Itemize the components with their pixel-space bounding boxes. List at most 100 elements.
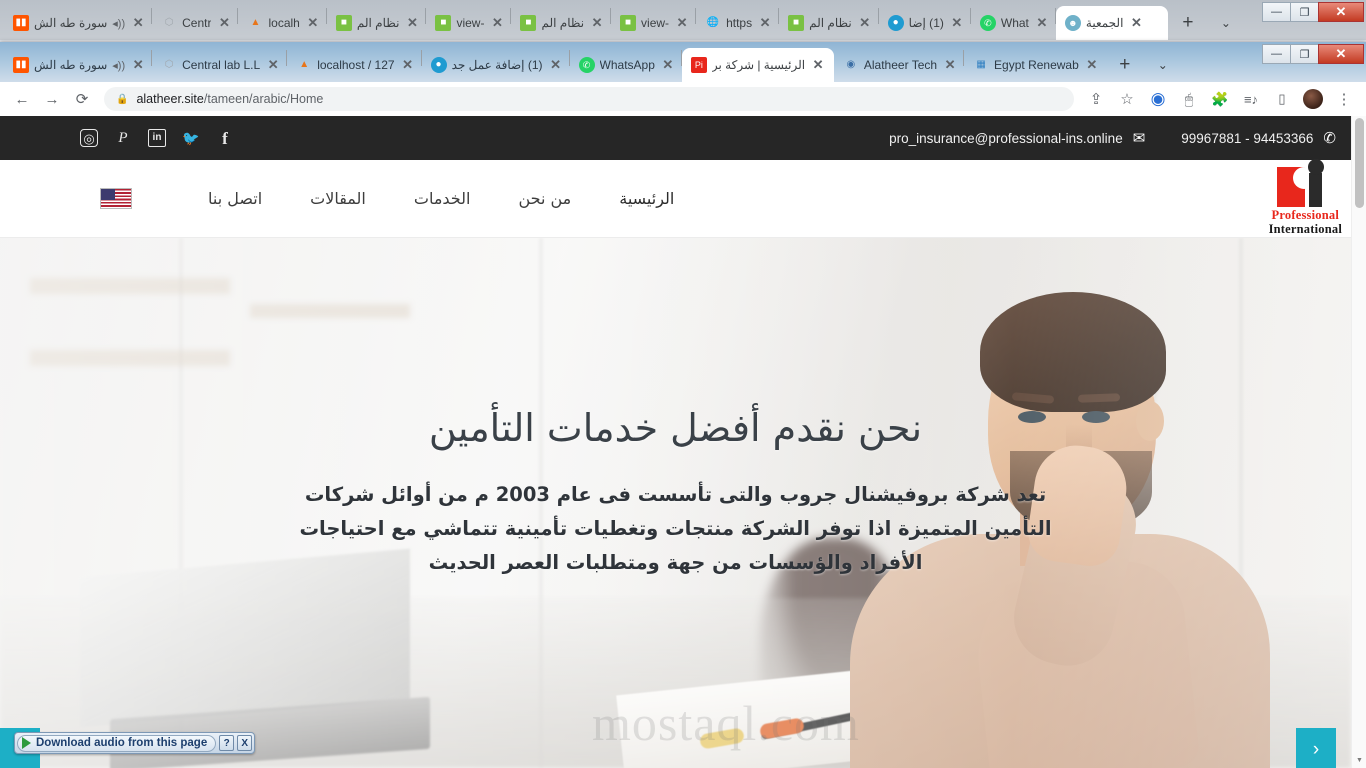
forward-icon[interactable]: → xyxy=(38,85,66,113)
back-icon[interactable]: ← xyxy=(8,85,36,113)
tab-close-button[interactable]: ✕ xyxy=(130,57,146,73)
tab-nezam-3[interactable]: ■ نظام الم ✕ xyxy=(779,6,878,40)
url-path: /tameen/arabic/Home xyxy=(203,92,324,106)
close-button[interactable]: ✕ xyxy=(1318,2,1364,22)
tab-close-button[interactable]: ✕ xyxy=(1084,57,1100,73)
download-bar-close-button[interactable]: X xyxy=(237,735,253,751)
reading-list-music-icon[interactable]: ≡♪ xyxy=(1237,85,1265,113)
tab-new-job[interactable]: ● (1) إضافة عمل جد ✕ xyxy=(422,48,569,82)
tab-nezam-2[interactable]: ■ نظام الم ✕ xyxy=(511,6,610,40)
tab-close-button[interactable]: ✕ xyxy=(216,15,232,31)
tab-alatheer-home[interactable]: Pi الرئيسية | شركة بر ✕ xyxy=(681,48,834,82)
hero-title: نحن نقدم أفضل خدمات التأمين xyxy=(428,406,923,450)
nav-item-about[interactable]: من نحن xyxy=(494,189,595,208)
tab-close-button[interactable]: ✕ xyxy=(1034,15,1050,31)
tab-close-button[interactable]: ✕ xyxy=(660,57,676,73)
tab-soundcloud[interactable]: ▮▮ سورة طه الش ◂)) ✕ xyxy=(4,6,151,40)
whatsapp-icon: ✆ xyxy=(578,57,595,73)
tab-close-button[interactable]: ✕ xyxy=(589,15,605,31)
tab-close-button[interactable]: ✕ xyxy=(400,57,416,73)
download-audio-button[interactable]: Download audio from this page xyxy=(17,734,217,752)
tab-close-button[interactable]: ✕ xyxy=(1128,15,1144,31)
linkedin-icon[interactable]: in xyxy=(148,129,166,147)
bookmark-star-icon[interactable]: ☆ xyxy=(1113,85,1141,113)
tab-label: سورة طه الش xyxy=(34,58,108,72)
carousel-next-button[interactable]: › xyxy=(1296,728,1336,768)
tab-search-chevron-down-icon[interactable]: ⌄ xyxy=(1212,9,1240,37)
us-flag-icon[interactable] xyxy=(100,188,132,209)
download-audio-bar: Download audio from this page ? X xyxy=(14,732,256,754)
tab-egypt-renewable[interactable]: ▦ Egypt Renewab ✕ xyxy=(964,48,1105,82)
tab-aljamia[interactable]: ☻ الجمعية ✕ xyxy=(1055,6,1168,40)
tab-alatheer-tech[interactable]: ◉ Alatheer Tech ✕ xyxy=(834,48,963,82)
pinterest-icon[interactable]: P xyxy=(114,129,132,147)
phone-contact[interactable]: 99967881 - 94453366 ✆ xyxy=(1181,129,1336,147)
tab-close-button[interactable]: ✕ xyxy=(404,15,420,31)
tab-close-button[interactable]: ✕ xyxy=(130,15,146,31)
tab-close-button[interactable]: ✕ xyxy=(757,15,773,31)
tab-localhost[interactable]: ▲ localhost / 127 ✕ xyxy=(287,48,420,82)
tab-central-lab[interactable]: ⬡ Centr ✕ xyxy=(152,6,237,40)
tab-whatsapp[interactable]: ✆ What ✕ xyxy=(971,6,1055,40)
tab-nezam-1[interactable]: ■ نظام الم ✕ xyxy=(327,6,426,40)
email-contact[interactable]: pro_insurance@professional-ins.online ✉ xyxy=(889,129,1145,147)
play-triangle-icon xyxy=(22,737,31,749)
alatheer-icon: ◉ xyxy=(846,59,856,70)
side-panel-icon[interactable]: ▯ xyxy=(1268,85,1296,113)
close-button[interactable]: ✕ xyxy=(1318,44,1364,64)
tab-close-button[interactable]: ✕ xyxy=(265,57,281,73)
new-tab-button[interactable]: + xyxy=(1111,51,1139,79)
opera-extension-icon[interactable]: ◉ xyxy=(1144,85,1172,113)
site-logo[interactable]: Professional International xyxy=(1269,159,1342,235)
tab-localhost[interactable]: ▲ localh ✕ xyxy=(238,6,325,40)
mouse-gesture-icon[interactable]: 🖱 xyxy=(1175,85,1203,113)
tab-view-1[interactable]: ■ view- ✕ xyxy=(426,6,510,40)
twitter-icon[interactable]: 🐦 xyxy=(182,129,200,147)
tab-close-button[interactable]: ✕ xyxy=(949,15,965,31)
tab-search-chevron-down-icon[interactable]: ⌄ xyxy=(1149,51,1177,79)
tab-audio-icon[interactable]: ◂)) xyxy=(112,17,125,30)
tab-close-button[interactable]: ✕ xyxy=(305,15,321,31)
nav-item-articles[interactable]: المقالات xyxy=(286,189,390,208)
tab-close-button[interactable]: ✕ xyxy=(810,57,826,73)
tab-soundcloud[interactable]: ▮▮ سورة طه الش ◂)) ✕ xyxy=(4,48,151,82)
new-tab-button[interactable]: + xyxy=(1174,9,1202,37)
instagram-icon[interactable]: ◎ xyxy=(80,129,98,147)
address-bar[interactable]: 🔒 alatheer.site/tameen/arabic/Home xyxy=(104,87,1074,111)
pi-logo-icon: Pi xyxy=(690,57,707,73)
lock-icon[interactable]: 🔒 xyxy=(116,94,128,105)
tab-mail[interactable]: ● (1) إضا ✕ xyxy=(879,6,970,40)
tab-label: view- xyxy=(456,16,485,30)
mail-badge-icon: ● xyxy=(887,15,904,31)
maximize-button[interactable]: ❐ xyxy=(1290,2,1319,22)
share-icon[interactable]: ⇪ xyxy=(1082,85,1110,113)
download-bar-help-button[interactable]: ? xyxy=(219,735,235,751)
tab-audio-icon[interactable]: ◂)) xyxy=(112,59,125,72)
tab-central-lab[interactable]: ⬡ Central lab L.L ✕ xyxy=(152,48,286,82)
tab-close-button[interactable]: ✕ xyxy=(942,57,958,73)
extensions-puzzle-icon[interactable]: 🧩 xyxy=(1206,85,1234,113)
tab-whatsapp[interactable]: ✆ WhatsApp ✕ xyxy=(570,48,681,82)
avatar[interactable] xyxy=(1299,85,1327,113)
tab-view-2[interactable]: ■ view- ✕ xyxy=(611,6,695,40)
page-scrollbar[interactable]: ▲ ▼ xyxy=(1351,116,1366,768)
minimize-button[interactable]: — xyxy=(1262,44,1291,64)
chrome-menu-icon[interactable]: ⋮ xyxy=(1330,85,1358,113)
maximize-button[interactable]: ❐ xyxy=(1290,44,1319,64)
tab-close-button[interactable]: ✕ xyxy=(548,57,564,73)
nav-item-contact[interactable]: اتصل بنا xyxy=(184,189,286,208)
tab-close-button[interactable]: ✕ xyxy=(857,15,873,31)
nav-item-services[interactable]: الخدمات xyxy=(390,189,495,208)
tab-label: Central lab L.L xyxy=(182,58,261,72)
minimize-button[interactable]: — xyxy=(1262,2,1291,22)
green-app-icon: ■ xyxy=(335,15,352,31)
nav-item-home[interactable]: الرئيسية xyxy=(595,189,698,208)
tab-close-button[interactable]: ✕ xyxy=(489,15,505,31)
facebook-icon[interactable]: f xyxy=(216,129,234,147)
tab-label: WhatsApp xyxy=(599,58,655,72)
reload-icon[interactable]: ⟳ xyxy=(68,85,96,113)
scrollbar-thumb[interactable] xyxy=(1355,118,1364,208)
tab-close-button[interactable]: ✕ xyxy=(674,15,690,31)
scroll-down-arrow-icon[interactable]: ▼ xyxy=(1352,753,1366,768)
tab-https[interactable]: 🌐 https ✕ xyxy=(696,6,778,40)
